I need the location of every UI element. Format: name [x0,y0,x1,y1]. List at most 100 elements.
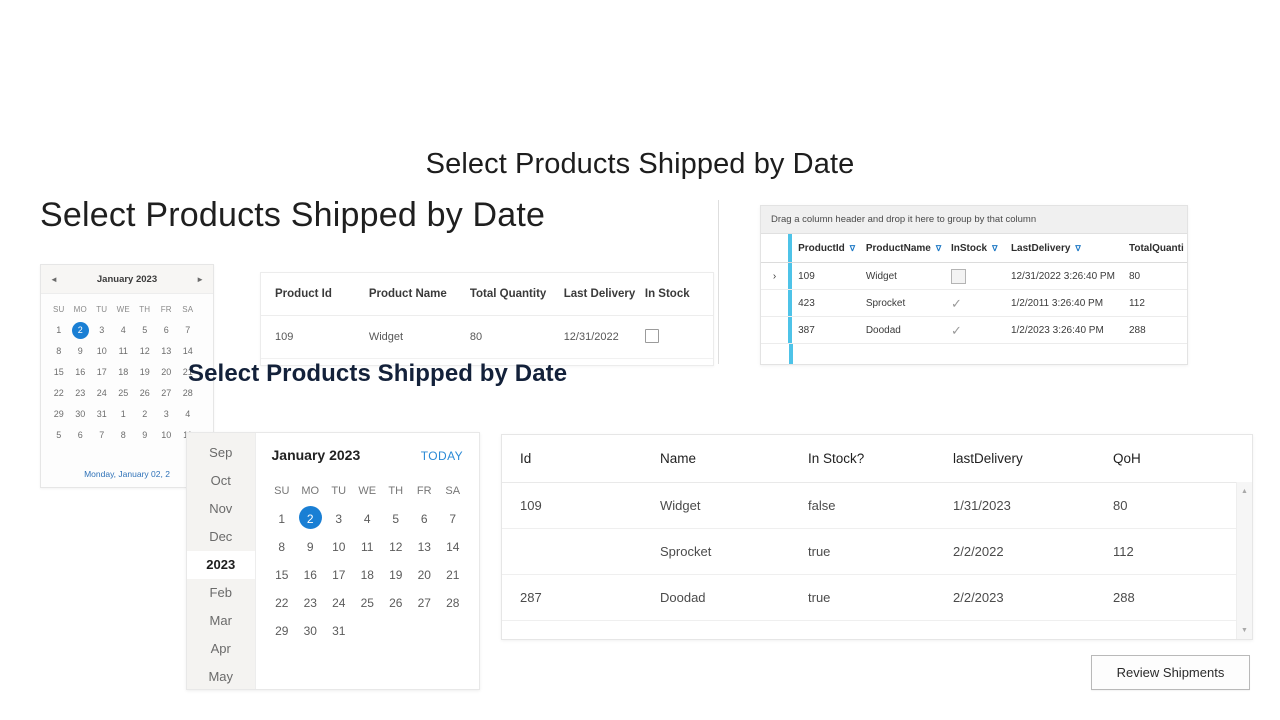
grid-row[interactable]: 423 Sprocket ✓ 1/2/2011 3:26:40 PM 112 [761,290,1187,317]
day-cell-selected[interactable]: 2 [70,320,92,341]
month-scroller[interactable]: Sep Oct Nov Dec 2023 Feb Mar Apr May [187,433,256,689]
day-cell[interactable]: 8 [48,341,70,362]
day-cell[interactable]: 5 [48,425,70,446]
day-cell[interactable]: 18 [353,561,382,589]
day-cell[interactable]: 20 [156,362,178,383]
month-item[interactable]: Nov [187,495,255,523]
day-cell[interactable]: 17 [91,362,113,383]
grid-column-header-instock[interactable]: InStock ∇ [951,243,1011,254]
row-expander-icon[interactable]: › [761,271,788,282]
day-cell[interactable]: 2 [134,404,156,425]
grid-column-header-productname[interactable]: ProductName ∇ [866,243,951,254]
day-cell[interactable]: 21 [439,561,468,589]
month-item[interactable]: May [187,663,255,689]
grid-column-header-productid[interactable]: ProductId ∇ [792,243,866,254]
day-cell[interactable]: 6 [156,320,178,341]
day-cell[interactable]: 26 [382,589,411,617]
day-cell[interactable]: 20 [410,561,439,589]
day-cell[interactable]: 27 [156,383,178,404]
prev-month-icon[interactable]: ◄ [50,275,58,284]
day-cell[interactable]: 5 [382,505,411,533]
checkbox-unchecked-icon[interactable] [950,268,966,284]
day-cell[interactable]: 6 [70,425,92,446]
day-cell[interactable]: 26 [134,383,156,404]
day-cell[interactable]: 7 [439,505,468,533]
day-cell[interactable]: 27 [410,589,439,617]
day-cell[interactable]: 31 [325,617,354,645]
day-cell[interactable]: 6 [410,505,439,533]
day-cell[interactable]: 14 [439,533,468,561]
column-header-last-delivery[interactable]: Last Delivery [564,288,645,300]
day-cell[interactable]: 7 [91,425,113,446]
day-cell[interactable]: 19 [134,362,156,383]
day-cell[interactable]: 3 [91,320,113,341]
column-header-in-stock[interactable]: In Stock? [808,451,953,466]
day-cell[interactable]: 1 [113,404,135,425]
checkbox-unchecked-icon[interactable] [644,328,659,343]
day-cell[interactable]: 15 [48,362,70,383]
day-cell[interactable]: 12 [134,341,156,362]
month-item[interactable]: Feb [187,579,255,607]
filter-icon[interactable]: ∇ [992,244,997,253]
day-cell[interactable]: 5 [134,320,156,341]
day-cell[interactable]: 8 [113,425,135,446]
grid-row[interactable]: › 109 Widget 12/31/2022 3:26:40 PM 80 [761,263,1187,290]
filter-icon[interactable]: ∇ [850,244,855,253]
day-cell[interactable]: 28 [439,589,468,617]
day-cell[interactable]: 9 [134,425,156,446]
day-cell[interactable]: 18 [113,362,135,383]
day-cell[interactable]: 29 [48,404,70,425]
day-cell[interactable]: 25 [353,589,382,617]
day-cell[interactable]: 4 [177,404,199,425]
column-header-product-id[interactable]: Product Id [275,288,369,300]
day-cell[interactable]: 24 [91,383,113,404]
day-cell[interactable]: 22 [268,589,297,617]
day-cell[interactable]: 17 [325,561,354,589]
day-cell[interactable]: 11 [353,533,382,561]
day-cell[interactable]: 13 [156,341,178,362]
month-item[interactable]: Mar [187,607,255,635]
column-header-product-name[interactable]: Product Name [369,288,470,300]
day-cell[interactable]: 3 [156,404,178,425]
month-item-selected-year[interactable]: 2023 [187,551,255,579]
calendar-month-label[interactable]: January 2023 [272,447,361,463]
scroll-up-icon[interactable]: ▲ [1237,484,1252,498]
column-header-id[interactable]: Id [520,451,660,466]
day-cell[interactable]: 15 [268,561,297,589]
today-button[interactable]: TODAY [421,449,463,463]
day-cell[interactable]: 7 [177,320,199,341]
column-header-total-quantity[interactable]: Total Quantity [470,288,564,300]
day-cell[interactable]: 30 [296,617,325,645]
day-cell[interactable]: 1 [268,505,297,533]
day-cell[interactable]: 16 [70,362,92,383]
day-cell[interactable]: 4 [113,320,135,341]
day-cell[interactable]: 25 [113,383,135,404]
next-month-icon[interactable]: ► [196,275,204,284]
review-shipments-button[interactable]: Review Shipments [1091,655,1250,690]
day-cell[interactable]: 14 [177,341,199,362]
table-row[interactable]: 109 Widget 80 12/31/2022 [261,316,713,359]
day-cell[interactable]: 19 [382,561,411,589]
table-row[interactable]: Sprocket true 2/2/2022 112 [502,529,1236,575]
scroll-down-icon[interactable]: ▼ [1237,623,1252,637]
day-cell[interactable]: 4 [353,505,382,533]
table-vertical-scrollbar[interactable]: ▲ ▼ [1236,482,1252,639]
grid-column-header-lastdelivery[interactable]: LastDelivery ∇ [1011,243,1129,254]
day-cell[interactable]: 22 [48,383,70,404]
day-cell[interactable]: 9 [296,533,325,561]
filter-icon[interactable]: ∇ [1075,244,1080,253]
day-cell[interactable]: 13 [410,533,439,561]
day-cell[interactable]: 8 [268,533,297,561]
column-header-qoh[interactable]: QoH [1113,451,1213,466]
month-item[interactable]: Oct [187,467,255,495]
day-cell[interactable]: 1 [48,320,70,341]
filter-icon[interactable]: ∇ [936,244,941,253]
day-cell[interactable]: 11 [113,341,135,362]
day-cell[interactable]: 23 [70,383,92,404]
day-cell[interactable]: 30 [70,404,92,425]
column-header-name[interactable]: Name [660,451,808,466]
grid-row[interactable]: 387 Doodad ✓ 1/2/2023 3:26:40 PM 288 [761,317,1187,344]
table-row[interactable]: 287 Doodad true 2/2/2023 288 [502,575,1236,621]
grid-column-header-totalquantity[interactable]: TotalQuanti [1129,243,1187,254]
day-cell[interactable]: 31 [91,404,113,425]
